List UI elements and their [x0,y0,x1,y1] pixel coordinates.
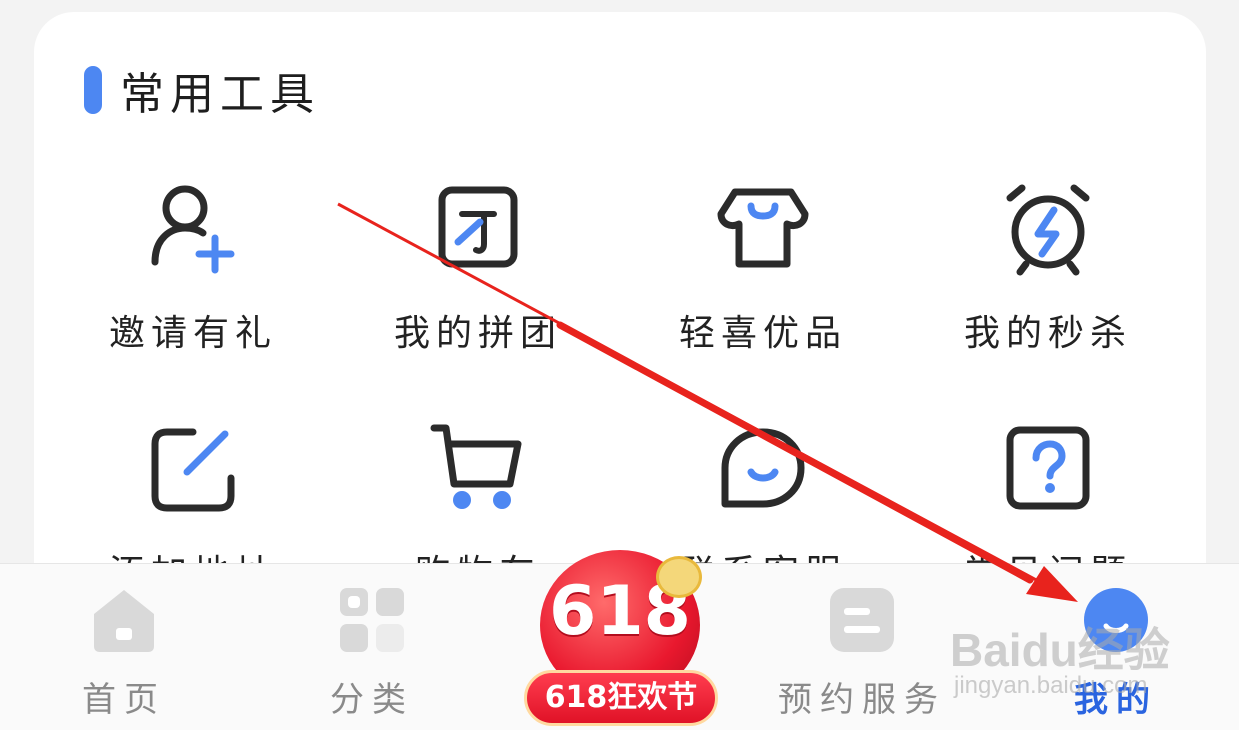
home-icon [94,590,154,652]
alarm-flash-icon [1006,184,1090,276]
tool-invite[interactable]: 邀请有礼 [78,180,308,356]
tool-label: 邀请有礼 [108,313,277,354]
category-icon [340,588,404,652]
watermark-logo: Baidu经验 [950,624,1170,676]
tool-shop[interactable]: 轻喜优品 [648,180,878,356]
tool-label: 我的拼团 [393,313,562,354]
section-title: 常用工具 [120,69,320,120]
tool-flash-sale[interactable]: 我的秒杀 [933,180,1163,356]
tool-group-buy[interactable]: 我的拼团 [363,180,593,356]
nav-booking[interactable]: 预约服务 [742,564,982,730]
shop-icon [717,188,809,268]
help-icon [1006,426,1090,510]
promo-label: 618狂欢节 [524,670,718,726]
promo-618-button[interactable]: 618 618狂欢节 [524,550,718,726]
booking-icon [830,588,894,652]
section-accent-bar [84,66,102,114]
tool-label: 轻喜优品 [678,313,847,354]
nav-category[interactable]: 分类 [252,564,492,730]
baidu-watermark: Baidu经验 jingyan.baidu.com [950,610,1180,710]
edit-icon [151,428,235,512]
coin-icon [656,556,702,598]
tool-label: 我的秒杀 [963,313,1132,354]
cart-icon [430,424,522,509]
nav-home[interactable]: 首页 [4,564,244,730]
watermark-site: jingyan.baidu.com [954,672,1148,699]
nav-label: 分类 [330,680,414,720]
section-header: 常用工具 [84,64,320,120]
nav-label: 首页 [82,680,166,720]
nav-label: 预约服务 [778,680,946,720]
chat-icon [721,428,805,508]
add-user-icon [151,185,235,274]
group-buy-icon [438,186,518,268]
